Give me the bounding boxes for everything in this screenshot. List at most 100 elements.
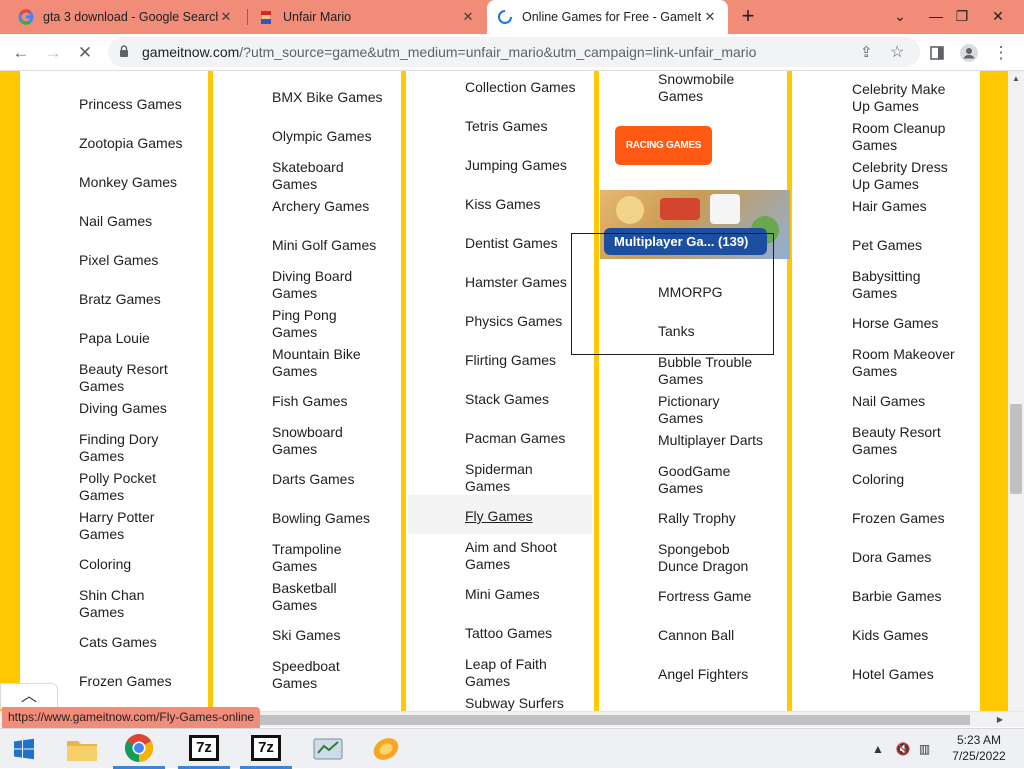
close-tab-icon[interactable]: ✕ — [702, 9, 718, 25]
category-link[interactable]: Pacman Games — [465, 430, 565, 447]
category-link[interactable]: Hotel Games — [852, 666, 934, 683]
category-link[interactable]: Nail Games — [852, 393, 925, 410]
category-link[interactable]: Nail Games — [79, 213, 152, 230]
chevron-down-icon[interactable]: ⌄ — [882, 0, 918, 32]
category-link[interactable]: Angel Fighters — [658, 666, 748, 683]
category-link[interactable]: Aim and Shoot Games — [465, 539, 557, 573]
scroll-right-arrow-icon[interactable]: ▶ — [992, 712, 1008, 728]
start-button[interactable] — [0, 729, 48, 769]
menu-dots-icon[interactable]: ⋮ — [988, 40, 1014, 66]
category-link[interactable]: Cannon Ball — [658, 627, 734, 644]
category-link[interactable]: Princess Games — [79, 96, 182, 113]
category-link[interactable]: Coloring — [79, 556, 131, 573]
control-panel-icon[interactable] — [302, 729, 354, 769]
racing-games-button[interactable]: RACING GAMES — [615, 126, 712, 165]
category-link[interactable]: Papa Louie — [79, 330, 150, 347]
category-link[interactable]: Stack Games — [465, 391, 549, 408]
category-link[interactable]: Hamster Games — [465, 274, 567, 291]
category-link[interactable]: Finding Dory Games — [79, 431, 158, 465]
category-link[interactable]: Subway Surfers — [465, 695, 564, 711]
category-link[interactable]: Kids Games — [852, 627, 928, 644]
category-link[interactable]: Cats Games — [79, 634, 157, 651]
category-link[interactable]: Archery Games — [272, 198, 369, 215]
tab-google-search[interactable]: gta 3 download - Google Search ✕ — [8, 0, 244, 34]
category-link[interactable]: Mountain Bike Games — [272, 346, 361, 380]
network-icon[interactable]: ▥ — [919, 742, 930, 756]
category-link[interactable]: Dentist Games — [465, 235, 558, 252]
category-link[interactable]: Monkey Games — [79, 174, 177, 191]
category-link[interactable]: Fly Games — [465, 508, 533, 525]
category-link[interactable]: Skateboard Games — [272, 159, 344, 193]
category-link[interactable]: Basketball Games — [272, 580, 337, 614]
chrome-icon[interactable] — [113, 729, 165, 769]
category-link[interactable]: Mini Golf Games — [272, 237, 376, 254]
stop-loading-icon[interactable]: ✕ — [72, 40, 98, 66]
category-link[interactable]: Snowboard Games — [272, 424, 343, 458]
category-link[interactable]: Room Cleanup Games — [852, 120, 945, 154]
category-link[interactable]: Rally Trophy — [658, 510, 736, 527]
tray-expand-icon[interactable]: ▲ — [872, 742, 884, 756]
category-link[interactable]: Barbie Games — [852, 588, 941, 605]
category-link[interactable]: Trampoline Games — [272, 541, 342, 575]
side-panel-icon[interactable] — [924, 40, 950, 66]
category-link[interactable]: Physics Games — [465, 313, 562, 330]
file-explorer-icon[interactable] — [56, 729, 108, 769]
tab-online-games[interactable]: Online Games for Free - GameIt ✕ — [487, 0, 728, 34]
volume-muted-icon[interactable]: 🔇 — [896, 742, 911, 756]
taskbar-clock[interactable]: 5:23 AM 7/25/2022 — [948, 732, 1010, 764]
bookmark-star-icon[interactable]: ☆ — [890, 42, 904, 62]
category-link[interactable]: Hair Games — [852, 198, 927, 215]
category-link[interactable]: Bratz Games — [79, 291, 161, 308]
category-link[interactable]: Bubble Trouble Games — [658, 354, 752, 388]
category-link[interactable]: Collection Games — [465, 79, 576, 96]
category-link[interactable]: Tattoo Games — [465, 625, 552, 642]
category-link[interactable]: Jumping Games — [465, 157, 567, 174]
category-link[interactable]: Beauty Resort Games — [852, 424, 941, 458]
category-link[interactable]: Diving Games — [79, 400, 167, 417]
close-window-icon[interactable]: ✕ — [980, 0, 1016, 32]
category-link[interactable]: Spongebob Dunce Dragon — [658, 541, 748, 575]
category-link[interactable]: Beauty Resort Games — [79, 361, 168, 395]
category-link[interactable]: Celebrity Make Up Games — [852, 81, 945, 115]
category-link[interactable]: Zootopia Games — [79, 135, 183, 152]
category-link[interactable]: Shin Chan Games — [79, 587, 144, 621]
orange-app-icon[interactable] — [360, 729, 412, 769]
category-link[interactable]: Ping Pong Games — [272, 307, 337, 341]
category-link[interactable]: Olympic Games — [272, 128, 372, 145]
category-link[interactable]: Diving Board Games — [272, 268, 352, 302]
category-link[interactable]: Spiderman Games — [465, 461, 533, 495]
category-link[interactable]: Frozen Games — [852, 510, 945, 527]
category-link[interactable]: Tanks — [658, 323, 695, 340]
7zip-icon[interactable]: 7z — [240, 729, 292, 769]
category-link[interactable]: Room Makeover Games — [852, 346, 955, 380]
category-link[interactable]: BMX Bike Games — [272, 89, 382, 106]
category-link[interactable]: Celebrity Dress Up Games — [852, 159, 948, 193]
category-link[interactable]: Pet Games — [852, 237, 922, 254]
vertical-scrollbar[interactable]: ▲ — [1008, 71, 1024, 711]
tab-unfair-mario[interactable]: Unfair Mario ✕ — [248, 0, 486, 34]
restore-icon[interactable]: ❐ — [944, 0, 980, 32]
new-tab-button[interactable]: + — [736, 4, 760, 30]
category-link[interactable]: Flirting Games — [465, 352, 556, 369]
scrollbar-thumb[interactable] — [1010, 404, 1022, 494]
category-link[interactable]: Dora Games — [852, 549, 931, 566]
category-link[interactable]: Leap of Faith Games — [465, 656, 547, 690]
address-bar[interactable]: gameitnow.com/?utm_source=game&utm_mediu… — [108, 37, 920, 67]
category-link[interactable]: Fortress Game — [658, 588, 751, 605]
back-arrow-icon[interactable]: ← — [8, 40, 34, 66]
share-icon[interactable]: ⇪ — [860, 43, 873, 61]
category-link[interactable]: Multiplayer Darts — [658, 432, 763, 449]
scroll-up-arrow-icon[interactable]: ▲ — [1008, 71, 1024, 87]
category-link[interactable]: Kiss Games — [465, 196, 540, 213]
category-link[interactable]: GoodGame Games — [658, 463, 730, 497]
category-link[interactable]: Tetris Games — [465, 118, 547, 135]
category-link[interactable]: Mini Games — [465, 586, 540, 603]
profile-icon[interactable] — [956, 40, 982, 66]
category-link[interactable]: Coloring — [852, 471, 904, 488]
category-link[interactable]: MMORPG — [658, 284, 723, 301]
7zip-icon[interactable]: 7z — [178, 729, 230, 769]
category-link[interactable]: Fish Games — [272, 393, 347, 410]
close-tab-icon[interactable]: ✕ — [218, 9, 234, 25]
scroll-to-top-button[interactable]: ︿ — [0, 683, 58, 709]
close-tab-icon[interactable]: ✕ — [460, 9, 476, 25]
